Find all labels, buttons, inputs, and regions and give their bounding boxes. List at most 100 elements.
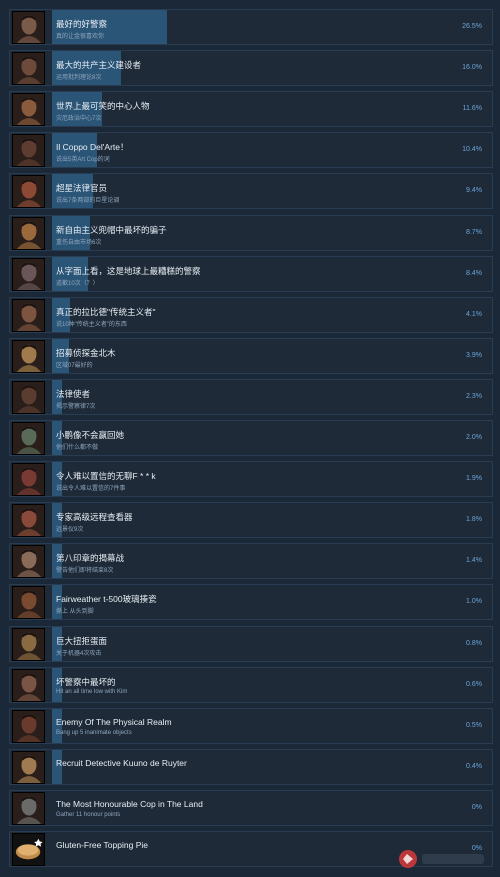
unlock-percentage: 8.7% (466, 229, 482, 236)
achievement-description: 灾厄政治中心7次 (56, 116, 102, 122)
achievement-row[interactable]: 超星法律官员说出7条两部的巨星论调 9.4% (9, 173, 493, 209)
unlock-percentage: 2.0% (466, 434, 482, 441)
achievement-row[interactable]: 世界上最可笑的中心人物灾厄政治中心7次 11.6% (9, 91, 493, 127)
portrait-icon (12, 422, 45, 455)
achievement-description: 揭示警察律7次 (56, 404, 96, 410)
achievement-row[interactable]: Enemy Of The Physical Realm Bang up 5 ina… (9, 708, 493, 744)
portrait-icon (12, 258, 45, 291)
unlock-percentage: 10.4% (462, 146, 482, 153)
achievement-name: Recruit Detective Kuuno de Ruyter (56, 758, 187, 768)
achievement-name: 最大的共产主义建设者 (56, 60, 142, 70)
achievement-name: 真正的拉比德"传统主义者" (56, 307, 156, 317)
pie-icon (12, 833, 45, 866)
achievement-name: Fairweather t-500玻璃揍瓷 (56, 594, 157, 604)
achievement-name: 专家高级远程查看器 (56, 512, 133, 522)
achievement-description: 道歉10次（？） (56, 281, 99, 287)
achievement-description: 运用批判理论8次 (56, 75, 102, 81)
unlock-percentage: 11.6% (462, 105, 482, 112)
portrait-icon (12, 299, 45, 332)
portrait-icon (12, 11, 45, 44)
achievement-description: 他们什么都不做 (56, 445, 99, 451)
portrait-icon (12, 751, 45, 784)
achievement-row[interactable]: 真正的拉比德"传统主义者" 说10种"传统主义者"的东西 4.1% (9, 297, 493, 333)
portrait-icon (12, 545, 45, 578)
portrait-icon (12, 463, 45, 496)
achievement-row[interactable]: 巨大扭拒蛋面关于机器4次攻击 0.8% (9, 626, 493, 662)
achievement-name: Enemy Of The Physical Realm (56, 717, 172, 727)
achievement-row[interactable]: 法律使者 揭示警察律7次 2.3% (9, 379, 493, 415)
unlock-percentage: 9.4% (466, 187, 482, 194)
achievement-row[interactable]: Il Coppo Del'Arte！ 说出5英Art Cop的词 10.4% (9, 132, 493, 168)
progress-bar (52, 10, 482, 44)
unlock-percentage: 1.8% (466, 516, 482, 523)
achievement-description: 说出令人难以置信的7件事 (56, 486, 126, 492)
progress-bar (52, 627, 482, 661)
achievement-row[interactable]: 招募侦探金北木区域07最好的 3.9% (9, 338, 493, 374)
portrait-icon (12, 628, 45, 661)
portrait-icon (12, 340, 45, 373)
unlock-percentage: 0% (471, 804, 482, 811)
achievement-name: 招募侦探金北木 (56, 348, 116, 358)
unlock-percentage: 3.9% (466, 352, 482, 359)
achievement-name: 最好的好警察 (56, 19, 108, 29)
achievement-description: 真的让金很喜欢你 (56, 34, 105, 40)
achievement-description: 警告他们即将结束8次 (56, 568, 114, 574)
portrait-icon (12, 381, 45, 414)
unlock-percentage: 1.4% (466, 557, 482, 564)
achievement-row[interactable]: 新自由主义兜帽中最坏的骗子重伤自由市场6次 8.7% (9, 215, 493, 251)
achievement-row[interactable]: 第八印章的揭幕战警告他们即将结束8次 1.4% (9, 543, 493, 579)
achievement-name: 坏警察中最坏的 (56, 677, 116, 687)
achievement-row[interactable]: Fairweather t-500玻璃揍瓷 撕上 从头到脚 1.0% (9, 584, 493, 620)
achievement-row[interactable]: 坏警察中最坏的 Hit an all time low with Kim 0.6% (9, 667, 493, 703)
achievement-name: 令人难以置信的无聊F * * k (56, 471, 156, 481)
achievement-row[interactable]: 令人难以置信的无聊F * * k 说出令人难以置信的7件事 1.9% (9, 461, 493, 497)
achievement-name: 世界上最可笑的中心人物 (56, 101, 150, 111)
unlock-percentage: 0.5% (466, 722, 482, 729)
achievement-description: 远景仪9次 (56, 527, 84, 533)
unlock-percentage: 8.4% (466, 270, 482, 277)
achievement-name: Gluten-Free Topping Pie (56, 840, 148, 850)
achievement-description: Hit an all time low with Kim (56, 689, 128, 695)
achievement-name: The Most Honourable Cop in The Land (56, 799, 203, 809)
achievement-row[interactable]: 最好的好警察真的让金很喜欢你 26.5% (9, 9, 493, 45)
portrait-icon (12, 792, 45, 825)
portrait-icon (12, 52, 45, 85)
portrait-icon (12, 175, 45, 208)
progress-bar (52, 668, 482, 702)
achievement-row[interactable]: 专家高级远程查看器远景仪9次 1.8% (9, 502, 493, 538)
achievement-row[interactable]: Recruit Detective Kuuno de Ruyter 0.4% (9, 749, 493, 785)
unlock-percentage: 0.8% (466, 640, 482, 647)
unlock-percentage: 1.0% (466, 598, 482, 605)
achievement-list: 最好的好警察 真的让金很喜欢你 26.5% 最大的共产主义建设者 运用批判理论8次 16.… (0, 0, 500, 874)
achievement-name: Il Coppo Del'Arte！ (56, 142, 129, 152)
unlock-percentage: 2.3% (466, 393, 482, 400)
achievement-description: Bang up 5 inanimate objects (56, 730, 132, 736)
unlock-percentage: 0.4% (466, 763, 482, 770)
portrait-icon (12, 134, 45, 167)
achievement-description: 说10种"传统主义者"的东西 (56, 322, 127, 328)
unlock-percentage: 26.5% (462, 23, 482, 30)
portrait-icon (12, 669, 45, 702)
achievement-description: 说出5英Art Cop的词 (56, 157, 110, 163)
unlock-percentage: 4.1% (466, 311, 482, 318)
achievement-row[interactable]: 最大的共产主义建设者 运用批判理论8次 16.0% (9, 50, 493, 86)
portrait-icon (12, 93, 45, 126)
portrait-icon (12, 586, 45, 619)
unlock-percentage: 1.9% (466, 475, 482, 482)
achievement-name: 第八印章的揭幕战 (56, 553, 125, 563)
achievement-row[interactable]: The Most Honourable Cop in The Land Gathe… (9, 790, 493, 826)
achievement-description: 说出7条两部的巨星论调 (56, 198, 120, 204)
portrait-icon (12, 504, 45, 537)
achievement-description: Gather 11 honour points (56, 812, 121, 818)
achievement-name: 巨大扭拒蛋面 (56, 636, 108, 646)
achievement-description: 区域07最好的 (56, 363, 93, 369)
portrait-icon (12, 217, 45, 250)
unlock-percentage: 0.6% (466, 681, 482, 688)
achievement-name: 新自由主义兜帽中最坏的骗子 (56, 225, 167, 235)
achievement-row[interactable]: 从字面上看，这是地球上最糟糕的警察 道歉10次（？） 8.4% (9, 256, 493, 292)
achievement-row[interactable]: 小鹏像不会赢回她他们什么都不做 2.0% (9, 420, 493, 456)
achievement-name: 超星法律官员 (56, 183, 108, 193)
achievement-description: 关于机器4次攻击 (56, 651, 102, 657)
achievement-description: 重伤自由市场6次 (56, 240, 102, 246)
achievement-name: 小鹏像不会赢回她 (56, 430, 125, 440)
